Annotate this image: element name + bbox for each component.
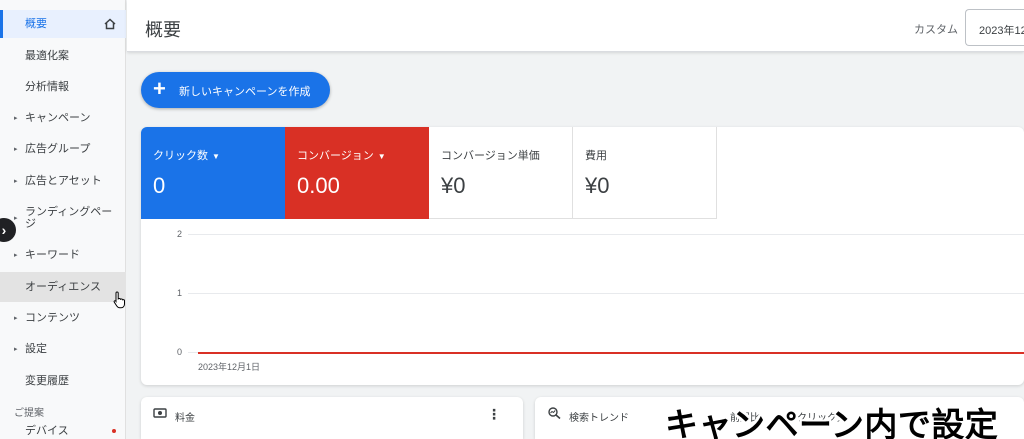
expand-arrow-icon: ▸ [14,146,18,153]
sidebar-item-label: 広告グループ [25,143,91,155]
sidebar-item-insights[interactable]: 分析情報 [0,73,126,101]
sidebar-item-campaigns[interactable]: ▸ キャンペーン [0,104,126,132]
expand-arrow-icon: ▸ [14,178,18,185]
expand-arrow-icon: ▸ [14,215,18,222]
y-tick-label: 1 [177,288,183,298]
sidebar-item-ads-assets[interactable]: ▸ 広告とアセット [0,167,126,195]
metric-value: ¥0 [441,173,466,198]
mouse-pointer-icon [113,291,125,309]
chevron-right-icon: › [1,222,7,238]
expand-arrow-icon: ▸ [14,346,18,353]
metric-name: クリック数 [153,150,208,162]
expand-arrow-icon: ▸ [14,252,18,259]
money-icon [153,408,167,418]
sidebar-item-label: デバイス [25,425,69,437]
sidebar-item-label: キャンペーン [25,112,91,124]
performance-card: クリック数 ▼ 0 コンバージョン ▼ 0.00 コンバージョン単価 ¥0 費用 ¥… [141,127,1024,385]
new-campaign-label: 新しいキャンペーンを作成 [179,86,311,98]
sidebar-item-label: 設定 [25,343,47,355]
search-trend-icon [548,407,561,419]
metric-cost[interactable]: 費用 ¥0 [573,127,717,219]
sidebar-item-label: 広告とアセット [25,175,102,187]
x-tick-label: 2023年12月1日 [198,362,261,372]
sidebar-item-label: 概要 [25,18,47,30]
new-campaign-button[interactable]: + 新しいキャンペーンを作成 [141,72,330,108]
metric-value: 0 [153,173,166,198]
caption-overlay: キャンペーン内で設定 [665,406,999,439]
sidebar-item-label: 最適化案 [25,50,69,62]
sidebar-item-label: 分析情報 [25,81,69,93]
y-tick-label: 0 [177,347,183,357]
sidebar-item-content[interactable]: ▸ コンテンツ [0,304,126,332]
home-icon [104,18,116,30]
dropdown-arrow-icon: ▼ [377,152,386,161]
metric-name: コンバージョン [297,150,374,162]
sidebar-item-label: ランディングページ [25,206,113,230]
conversions-series-line [198,352,1024,354]
metric-cost-per-conversion[interactable]: コンバージョン単価 ¥0 [429,127,573,219]
sidebar-item-overview[interactable]: 概要 [0,10,126,38]
top-header: 概要 カスタム 2023年12月 [127,0,1024,52]
metric-clicks[interactable]: クリック数 ▼ 0 [141,127,285,219]
sidebar-item-label: 変更履歴 [25,375,69,387]
sidebar-item-label: キーワード [25,249,80,261]
dropdown-arrow-icon: ▼ [212,152,220,161]
metric-value: ¥0 [585,173,610,198]
gridline [188,293,1024,294]
page-title: 概要 [145,20,181,40]
sidebar-item-settings[interactable]: ▸ 設定 [0,335,126,363]
date-range-label: カスタム [914,24,958,36]
gridline [188,234,1024,235]
notification-dot [112,429,116,433]
sidebar: 概要 最適化案 分析情報 ▸ キャンペーン ▸ 広告グループ ▸ 広告とアセット… [0,0,126,439]
card-title: 検索トレンド [569,413,629,424]
sidebar-item-devices[interactable]: デバイス [0,420,126,439]
performance-chart: 2 1 0 2023年12月1日 [141,219,1024,385]
fees-card: 料金 ⋮ [141,397,523,439]
card-title: 料金 [175,413,195,424]
expand-arrow-icon: ▸ [14,115,18,122]
metric-name: コンバージョン単価 [441,150,540,162]
sidebar-item-change-history[interactable]: 変更履歴 [0,367,126,395]
section-label-suggestions: ご提案 [14,408,44,419]
y-tick-label: 2 [177,229,183,239]
date-range-picker[interactable]: 2023年12月 [965,9,1024,46]
sidebar-item-landing-pages[interactable]: ▸ ランディングページ [0,202,126,234]
sidebar-item-ad-groups[interactable]: ▸ 広告グループ [0,135,126,163]
metric-value: 0.00 [297,173,340,198]
active-indicator [0,10,3,38]
metric-conversions[interactable]: コンバージョン ▼ 0.00 [285,127,429,219]
sidebar-item-recommendations[interactable]: 最適化案 [0,42,126,70]
sidebar-item-keywords[interactable]: ▸ キーワード [0,241,126,269]
sidebar-item-audiences[interactable]: オーディエンス [0,272,126,302]
more-options-icon[interactable]: ⋮ [487,407,501,421]
metric-name: 費用 [585,150,607,162]
sidebar-item-label: オーディエンス [25,281,102,293]
plus-icon: + [153,76,166,101]
expand-arrow-icon: ▸ [14,315,18,322]
sidebar-item-label: コンテンツ [25,312,80,324]
